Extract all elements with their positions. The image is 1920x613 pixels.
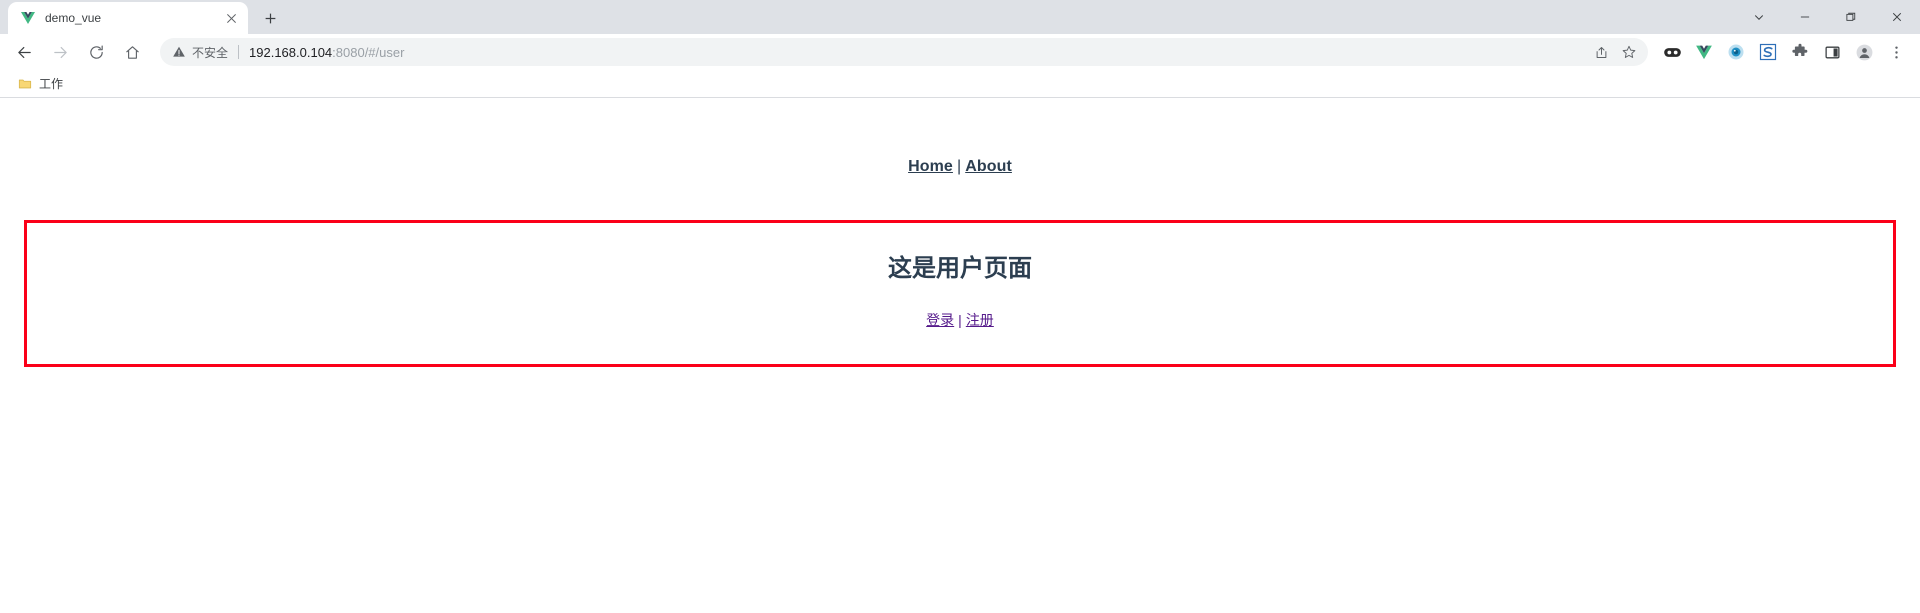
- browser-tab-demo-vue[interactable]: demo_vue: [8, 2, 248, 34]
- page-title: 这是用户页面: [888, 255, 1032, 282]
- vue-devtools-icon[interactable]: [1689, 37, 1719, 67]
- tab-close-icon[interactable]: [222, 9, 240, 27]
- home-icon[interactable]: [118, 38, 146, 66]
- nav-link-about[interactable]: About: [965, 158, 1012, 175]
- minimize-icon[interactable]: [1782, 0, 1828, 34]
- tab-strip: demo_vue: [0, 0, 1920, 34]
- side-panel-icon[interactable]: [1817, 37, 1847, 67]
- bookmark-star-icon[interactable]: [1616, 39, 1642, 65]
- url-text: 192.168.0.104:8080/#/user: [249, 45, 1586, 60]
- back-icon[interactable]: [10, 38, 38, 66]
- glasses-extension-icon[interactable]: [1657, 37, 1687, 67]
- security-status-text: 不安全: [192, 45, 229, 60]
- nav-link-home[interactable]: Home: [908, 158, 953, 175]
- eye-extension-icon[interactable]: [1721, 37, 1751, 67]
- user-page-panel: 这是用户页面 登录 | 注册: [24, 220, 1896, 367]
- site-nav: Home | About: [0, 128, 1920, 176]
- close-window-icon[interactable]: [1874, 0, 1920, 34]
- forward-icon[interactable]: [46, 38, 74, 66]
- bookmark-folder-work[interactable]: 工作: [10, 73, 71, 95]
- address-bar[interactable]: 不安全 192.168.0.104:8080/#/user: [160, 38, 1648, 66]
- bookmarks-bar: 工作: [0, 70, 1920, 98]
- vue-app-root: Home | About 这是用户页面 登录 | 注册: [0, 98, 1920, 367]
- share-icon[interactable]: [1588, 39, 1614, 65]
- vue-logo-icon: [20, 10, 36, 26]
- extension-icons: [1656, 37, 1912, 67]
- nav-separator: |: [956, 158, 962, 175]
- tab-title: demo_vue: [45, 11, 102, 25]
- sogou-extension-icon[interactable]: [1753, 37, 1783, 67]
- window-controls: [1736, 0, 1920, 34]
- page-viewport: Home | About 这是用户页面 登录 | 注册: [0, 98, 1920, 613]
- register-link[interactable]: 注册: [966, 312, 994, 328]
- not-secure-warning-icon: [172, 45, 186, 59]
- tab-search-chevron-down-icon[interactable]: [1736, 0, 1782, 34]
- reload-icon[interactable]: [82, 38, 110, 66]
- profile-avatar-icon[interactable]: [1849, 37, 1879, 67]
- new-tab-button[interactable]: [256, 4, 284, 32]
- site-security-chip[interactable]: 不安全: [172, 44, 228, 61]
- url-host: 192.168.0.104: [249, 44, 333, 60]
- browser-toolbar: 不安全 192.168.0.104:8080/#/user: [0, 34, 1920, 70]
- puzzle-extensions-icon[interactable]: [1785, 37, 1815, 67]
- login-link[interactable]: 登录: [926, 312, 954, 328]
- auth-links-separator: |: [958, 311, 962, 328]
- browser-window: demo_vue 不安全 192.168.0.104:8080/#/user 工…: [0, 0, 1920, 613]
- bookmark-label: 工作: [39, 77, 64, 91]
- maximize-restore-icon[interactable]: [1828, 0, 1874, 34]
- omnibox-actions: [1586, 39, 1642, 65]
- chrome-menu-icon[interactable]: [1881, 37, 1911, 67]
- omnibox-divider: [238, 45, 240, 59]
- folder-icon: [18, 77, 32, 91]
- url-path: :8080/#/user: [332, 44, 405, 60]
- auth-links: 登录 | 注册: [27, 310, 1893, 330]
